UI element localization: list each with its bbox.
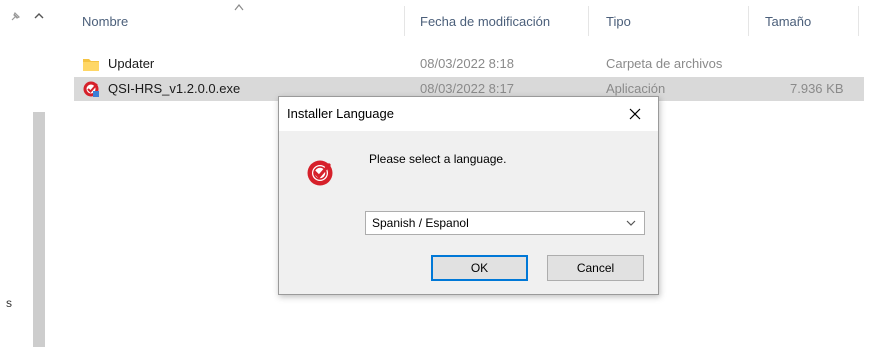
dialog-titlebar[interactable]: Installer Language <box>279 97 658 131</box>
column-header-modified[interactable]: Fecha de modificación <box>420 12 550 32</box>
navigation-pane: s <box>0 0 58 347</box>
installer-language-dialog: Installer Language Please select a langu… <box>278 96 659 295</box>
scrollbar-thumb[interactable] <box>33 112 45 347</box>
column-divider[interactable] <box>858 6 859 36</box>
folder-icon <box>83 59 99 71</box>
file-name: QSI-HRS_v1.2.0.0.exe <box>108 81 241 96</box>
column-header-type[interactable]: Tipo <box>606 12 631 32</box>
chevron-down-icon <box>626 220 636 226</box>
file-size: 7.936 KB <box>790 81 844 96</box>
close-button[interactable] <box>624 104 646 124</box>
file-row[interactable]: Updater 08/03/2022 8:18 Carpeta de archi… <box>74 52 864 76</box>
pin-icon[interactable] <box>9 11 21 23</box>
dialog-title: Installer Language <box>287 106 394 121</box>
column-divider[interactable] <box>588 6 589 36</box>
installer-logo-icon <box>307 160 333 186</box>
installer-app-icon <box>83 81 99 97</box>
column-header-name[interactable]: Nombre <box>82 12 128 32</box>
close-icon <box>629 108 641 120</box>
scroll-up-icon[interactable] <box>32 9 46 23</box>
column-header-row: Nombre Fecha de modificación Tipo Tamaño <box>58 0 871 40</box>
nav-item-label: s <box>6 296 12 310</box>
file-modified: 08/03/2022 8:18 <box>420 56 514 71</box>
language-select-value: Spanish / Espanol <box>372 216 469 230</box>
cancel-button[interactable]: Cancel <box>547 255 644 281</box>
dialog-prompt: Please select a language. <box>369 152 507 166</box>
dialog-body: Please select a language. Spanish / Espa… <box>279 131 658 294</box>
column-header-size[interactable]: Tamaño <box>765 12 811 32</box>
language-select[interactable]: Spanish / Espanol <box>365 211 645 235</box>
sort-ascending-icon <box>234 4 244 11</box>
column-divider[interactable] <box>748 6 749 36</box>
file-name: Updater <box>108 56 155 71</box>
file-type: Carpeta de archivos <box>606 56 723 71</box>
column-divider[interactable] <box>404 6 405 36</box>
ok-button[interactable]: OK <box>431 255 528 281</box>
